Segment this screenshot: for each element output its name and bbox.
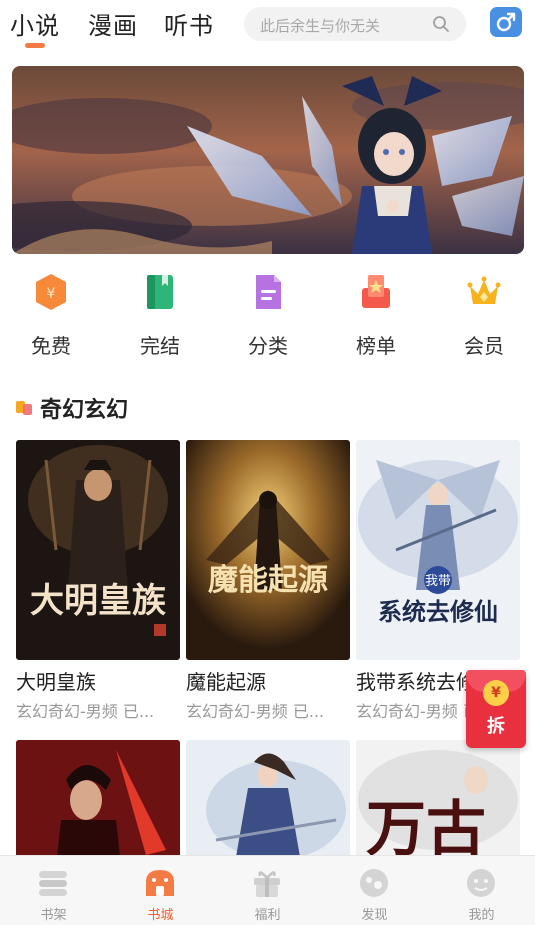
nav-item-profile[interactable]: 我的: [428, 856, 535, 925]
cover-title: 系统去修仙: [378, 597, 498, 626]
coin-icon: ¥: [483, 680, 509, 706]
category-row: ¥ 免费 完结 分类 榜单 会员: [0, 270, 535, 370]
red-packet-label: 拆: [487, 716, 505, 737]
category-label: 免费: [31, 334, 71, 358]
section-title: 奇幻玄幻: [40, 398, 129, 423]
bottom-nav: 书架 书城 福利 发现 我的: [0, 855, 535, 925]
nav-item-bookstore[interactable]: 书城: [107, 856, 214, 925]
coin-hexagon-icon: ¥: [36, 274, 66, 310]
nav-item-bookshelf[interactable]: 书架: [0, 856, 107, 925]
book-title: 大明皇族: [16, 670, 96, 694]
male-symbol-icon: [496, 12, 516, 32]
green-book-icon: [147, 275, 173, 309]
category-ranking[interactable]: 榜单: [331, 270, 421, 370]
nav-item-discover[interactable]: 发现: [321, 856, 428, 925]
search-bar[interactable]: 此后余生与你无关: [244, 7, 466, 41]
category-label: 分类: [248, 334, 288, 358]
book-cover: 大明皇族: [16, 440, 180, 660]
red-packet-button[interactable]: ¥ 拆: [466, 670, 526, 748]
document-list-icon: [256, 275, 281, 309]
section-marker-icon: [16, 401, 32, 415]
banner-artwork: [12, 66, 524, 254]
nav-label: 书城: [147, 908, 174, 923]
book-cover: 我带 系统去修仙: [356, 440, 520, 660]
search-icon: [433, 16, 449, 32]
category-completed[interactable]: 完结: [115, 270, 205, 370]
cover-title: 大明皇族: [30, 581, 166, 621]
profile-icon: [467, 869, 495, 897]
nav-label: 发现: [361, 908, 388, 923]
book-cover: 魔能起源: [186, 440, 350, 660]
bookshelf-icon: [39, 871, 67, 896]
crown-icon: [467, 276, 501, 304]
nav-label: 福利: [254, 908, 281, 923]
book-meta: 玄幻奇幻-男频 已...: [16, 702, 155, 721]
book-title: 魔能起源: [186, 670, 266, 694]
promo-banner[interactable]: [12, 66, 524, 254]
top-bar: 小说 漫画 听书 此后余生与你无关: [0, 0, 535, 56]
category-label: 榜单: [356, 334, 396, 358]
bookstore-icon: [146, 870, 174, 896]
cover-title: 魔能起源: [208, 563, 328, 598]
gender-switch-button[interactable]: [490, 7, 522, 37]
category-classify[interactable]: 分类: [223, 270, 313, 370]
category-free[interactable]: ¥ 免费: [6, 270, 96, 370]
tab-novel[interactable]: 小说: [10, 6, 60, 41]
active-tab-indicator: [25, 43, 45, 48]
tab-audiobook[interactable]: 听书: [164, 6, 214, 41]
nav-label: 书架: [40, 908, 67, 923]
nav-item-welfare[interactable]: 福利: [214, 856, 321, 925]
nav-label: 我的: [468, 908, 495, 923]
discover-icon: [360, 869, 388, 897]
category-label: 会员: [464, 334, 504, 358]
tab-comic[interactable]: 漫画: [88, 6, 138, 41]
category-vip[interactable]: 会员: [439, 270, 529, 370]
gift-icon: [254, 871, 280, 897]
cover-tag: 我带: [425, 574, 451, 589]
category-label: 完结: [140, 334, 180, 358]
search-placeholder: 此后余生与你无关: [260, 17, 381, 35]
ranking-ribbon-icon: [362, 275, 390, 308]
svg-text:¥: ¥: [47, 286, 56, 302]
book-meta: 玄幻奇幻-男频 已...: [186, 702, 325, 721]
